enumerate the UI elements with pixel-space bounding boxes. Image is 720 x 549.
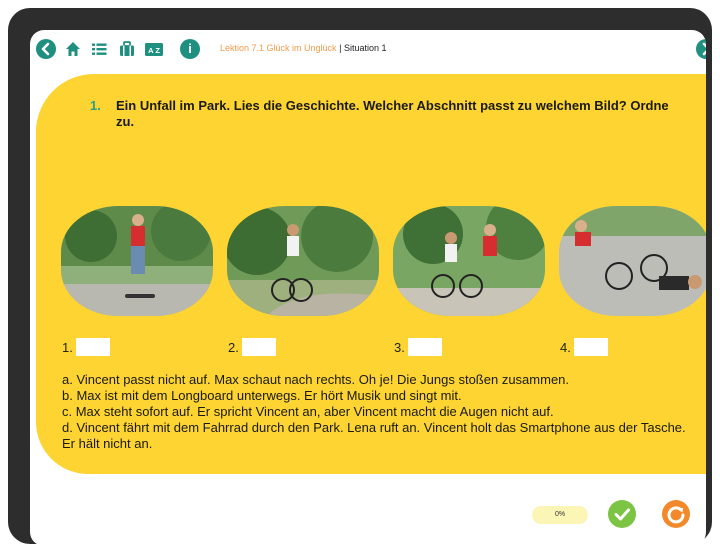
top-toolbar: A Z i Lektion 7.1 Glück im Unglück | Sit… (30, 30, 706, 68)
story-image-1 (61, 206, 213, 316)
story-paragraph-c[interactable]: c. Max steht sofort auf. Er spricht Vinc… (62, 404, 702, 420)
forward-icon[interactable] (696, 39, 706, 59)
answer-slot-label: 2. (228, 340, 239, 355)
story-image-2 (227, 206, 379, 316)
task-instruction: 1. Ein Unfall im Park. Lies die Geschich… (90, 98, 690, 130)
bag-icon[interactable] (118, 39, 136, 59)
story-paragraph-a[interactable]: a. Vincent passt nicht auf. Max schaut n… (62, 372, 702, 388)
dictionary-icon[interactable]: A Z (144, 39, 164, 59)
situation-title: Situation 1 (343, 43, 387, 53)
answer-drop-box[interactable] (242, 338, 276, 356)
answer-drop-box[interactable] (574, 338, 608, 356)
task-text: Ein Unfall im Park. Lies die Geschichte.… (116, 98, 669, 129)
story-paragraph-b[interactable]: b. Max ist mit dem Longboard unterwegs. … (62, 388, 702, 404)
answer-drop-box[interactable] (76, 338, 110, 356)
task-number: 1. (90, 98, 101, 113)
answer-slot-label: 4. (560, 340, 571, 355)
story-image-4 (559, 206, 706, 316)
bottom-toolbar: 0% (30, 490, 706, 546)
exercise-card: 1. Ein Unfall im Park. Lies die Geschich… (36, 74, 706, 474)
reset-icon[interactable] (662, 500, 690, 528)
story-text: a. Vincent passt nicht auf. Max schaut n… (62, 372, 702, 452)
back-icon[interactable] (36, 39, 56, 59)
answer-slot-label: 1. (62, 340, 73, 355)
lesson-title[interactable]: Lektion 7.1 Glück im Unglück (220, 43, 337, 53)
story-image-3 (393, 206, 545, 316)
story-paragraph-d[interactable]: d. Vincent fährt mit dem Fahrrad durch d… (62, 420, 702, 452)
answer-drop-box[interactable] (408, 338, 442, 356)
list-icon[interactable] (90, 39, 108, 59)
breadcrumb-separator: | (339, 43, 342, 53)
info-icon[interactable]: i (180, 39, 200, 59)
tablet-frame: A Z i Lektion 7.1 Glück im Unglück | Sit… (8, 8, 712, 546)
home-icon[interactable] (64, 39, 82, 59)
progress-indicator: 0% (532, 506, 588, 524)
answer-slot-label: 3. (394, 340, 405, 355)
svg-text:A Z: A Z (148, 46, 160, 55)
screen: A Z i Lektion 7.1 Glück im Unglück | Sit… (30, 30, 706, 546)
check-icon[interactable] (608, 500, 636, 528)
breadcrumb: Lektion 7.1 Glück im Unglück | Situation… (220, 41, 386, 55)
